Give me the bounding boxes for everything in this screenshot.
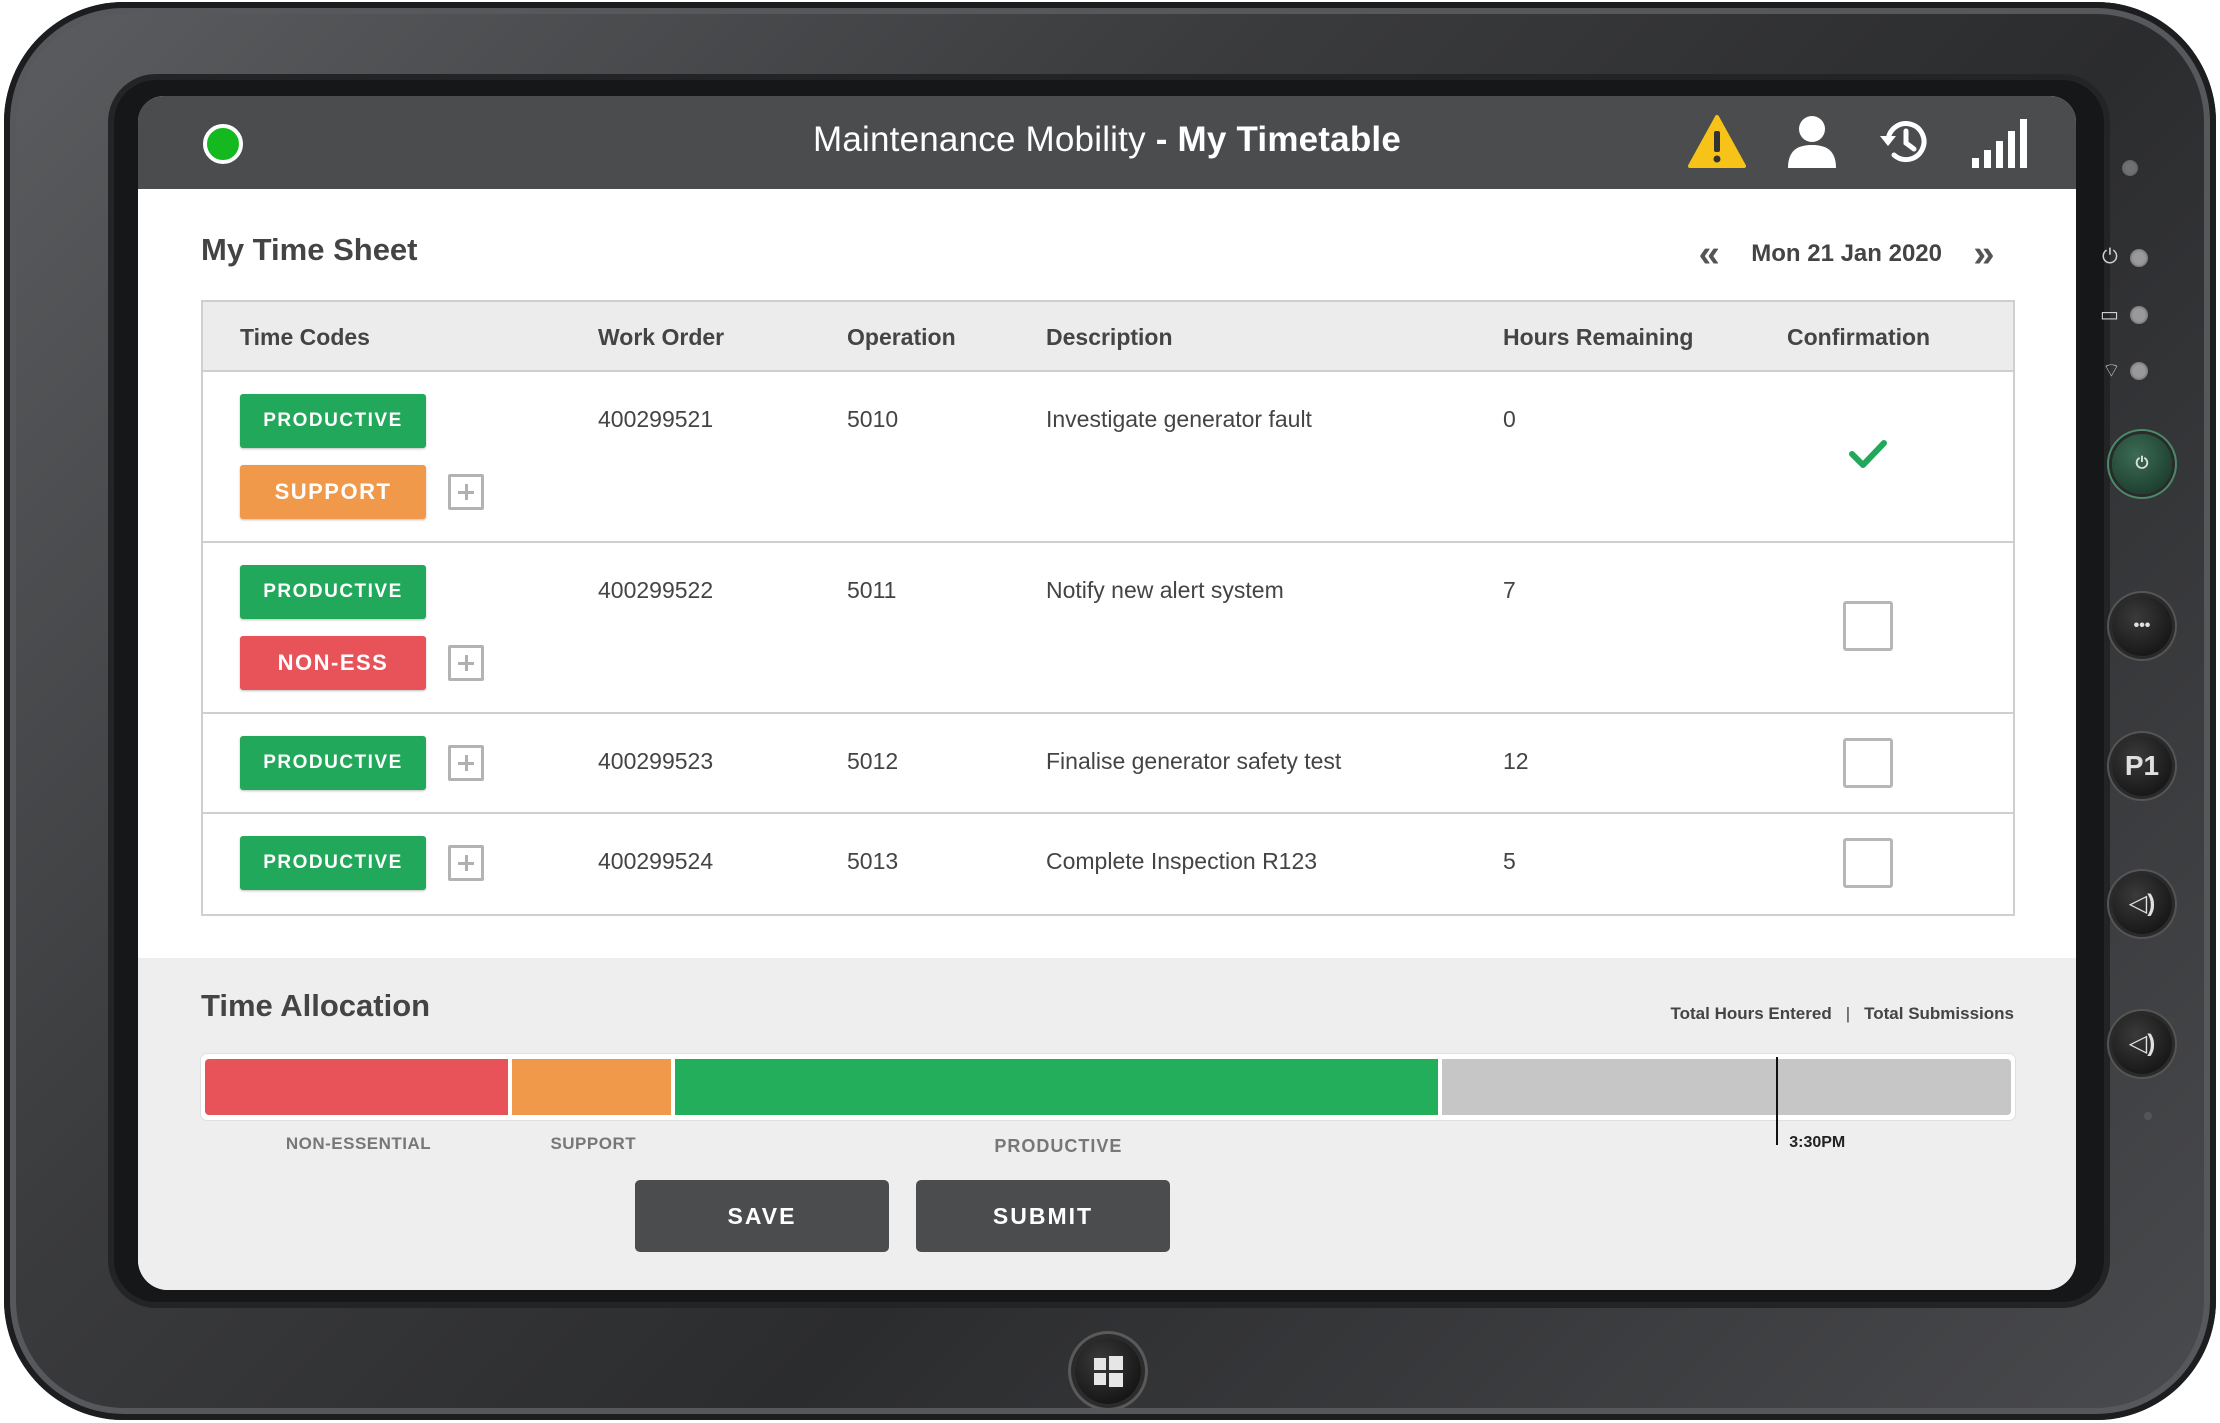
save-button[interactable]: SAVE	[635, 1180, 889, 1252]
header-work-order: Work Order	[598, 324, 725, 350]
operation-cell: 5013	[847, 848, 899, 874]
operation-cell: 5010	[847, 406, 899, 432]
hours-remaining-cell: 12	[1503, 748, 1529, 774]
allocation-segment-remaining	[1442, 1059, 2011, 1115]
hardware-volume-down-button[interactable]: ◁)	[2112, 1014, 2172, 1074]
add-time-code-button[interactable]	[448, 745, 484, 781]
header-time-codes: Time Codes	[240, 324, 370, 350]
total-submissions-link[interactable]: Total Submissions	[1864, 1004, 2014, 1023]
table-row: PRODUCTIVE 400299524 5013 Complete Inspe…	[203, 814, 2013, 914]
add-time-code-button[interactable]	[448, 645, 484, 681]
app-screen: Maintenance Mobility - My Timetable My T…	[138, 96, 2076, 1290]
add-time-code-button[interactable]	[448, 474, 484, 510]
work-order-cell: 400299522	[598, 577, 714, 603]
description-cell: Finalise generator safety test	[1046, 748, 1342, 774]
current-time-marker	[1776, 1057, 1779, 1145]
battery-status-icon: ▭	[2100, 304, 2119, 326]
signal-icon[interactable]	[1970, 114, 2030, 170]
app-name: Maintenance Mobility	[813, 120, 1146, 159]
time-code-support[interactable]: SUPPORT	[240, 465, 426, 519]
next-day-button[interactable]: »	[1964, 234, 2004, 274]
previous-day-button[interactable]: «	[1689, 234, 1729, 274]
header-confirmation: Confirmation	[1787, 324, 1931, 350]
hardware-power-button[interactable]: ⏻	[2112, 434, 2172, 494]
power-led	[2130, 249, 2148, 267]
segment-label-support: SUPPORT	[550, 1134, 637, 1153]
windows-home-button[interactable]	[1075, 1338, 1141, 1404]
hardware-p1-button[interactable]: P1	[2112, 736, 2172, 796]
time-code-productive[interactable]: PRODUCTIVE	[240, 836, 426, 890]
allocation-title: Time Allocation	[201, 988, 431, 1023]
table-header: Time Codes Work Order Operation Descript…	[203, 302, 2013, 372]
time-code-productive[interactable]: PRODUCTIVE	[240, 565, 426, 619]
hours-remaining-cell: 0	[1503, 406, 1516, 432]
confirmation-checkbox[interactable]	[1843, 838, 1893, 888]
segment-label-productive: PRODUCTIVE	[994, 1136, 1123, 1156]
user-icon[interactable]	[1786, 114, 1838, 170]
allocation-bar	[201, 1054, 2015, 1120]
wifi-led	[2130, 362, 2148, 380]
time-allocation-panel: Time Allocation Total Hours Entered | Tota…	[138, 958, 2076, 1290]
current-time-label: 3:30PM	[1789, 1134, 1846, 1151]
confirmed-checkmark-icon[interactable]	[1848, 438, 1888, 470]
allocation-segment-non-essential	[205, 1059, 509, 1115]
work-order-cell: 400299521	[598, 406, 714, 432]
description-cell: Investigate generator fault	[1046, 406, 1312, 432]
total-hours-entered-link[interactable]: Total Hours Entered	[1671, 1004, 1832, 1023]
header-description: Description	[1046, 324, 1173, 350]
date-navigator: « Mon 21 Jan 2020 »	[1689, 234, 2004, 274]
confirmation-checkbox[interactable]	[1843, 601, 1893, 651]
warning-icon[interactable]	[1688, 114, 1746, 170]
operation-cell: 5011	[847, 577, 897, 603]
operation-cell: 5012	[847, 748, 899, 774]
current-date: Mon 21 Jan 2020	[1751, 240, 1942, 267]
add-time-code-button[interactable]	[448, 845, 484, 881]
totals-separator: |	[1845, 1004, 1851, 1023]
time-code-productive[interactable]: PRODUCTIVE	[240, 394, 426, 448]
page-title: My Timetable	[1177, 120, 1401, 159]
allocation-totals: Total Hours Entered | Total Submissions	[1671, 1004, 2015, 1024]
header-hours-remaining: Hours Remaining	[1503, 324, 1694, 350]
title-bar: Maintenance Mobility - My Timetable	[138, 96, 2076, 189]
battery-led	[2130, 306, 2148, 324]
title-separator: -	[1145, 120, 1178, 159]
segment-label-non-essential: NON-ESSENTIAL	[285, 1134, 432, 1153]
power-status-icon: ⏻	[2102, 246, 2118, 268]
description-cell: Notify new alert system	[1046, 577, 1284, 603]
timesheet-title: My Time Sheet	[201, 232, 418, 267]
time-code-non-essential[interactable]: NON-ESS	[240, 636, 426, 690]
wifi-status-icon: ⌔	[2102, 360, 2121, 382]
hardware-camera-button[interactable]: •••	[2112, 596, 2172, 656]
history-icon[interactable]	[1878, 114, 1932, 170]
hours-remaining-cell: 5	[1503, 848, 1516, 874]
table-row: PRODUCTIVE NON-ESS 400299522 5011 Notify…	[203, 543, 2013, 714]
header-operation: Operation	[847, 324, 956, 350]
allocation-segment-support	[512, 1059, 671, 1115]
time-code-productive[interactable]: PRODUCTIVE	[240, 736, 426, 790]
timesheet-table: Time Codes Work Order Operation Descript…	[201, 300, 2015, 916]
description-cell: Complete Inspection R123	[1046, 848, 1318, 874]
microphone-icon	[2144, 1112, 2152, 1120]
confirmation-checkbox[interactable]	[1843, 738, 1893, 788]
table-row: PRODUCTIVE SUPPORT 400299521 5010 Invest…	[203, 372, 2013, 543]
work-order-cell: 400299524	[598, 848, 714, 874]
work-order-cell: 400299523	[598, 748, 714, 774]
table-row: PRODUCTIVE 400299523 5012 Finalise gener…	[203, 714, 2013, 814]
submit-button[interactable]: SUBMIT	[916, 1180, 1170, 1252]
hardware-volume-up-button[interactable]: ◁)	[2112, 874, 2172, 934]
hours-remaining-cell: 7	[1503, 577, 1516, 603]
camera-icon	[2122, 160, 2138, 176]
allocation-segment-productive	[674, 1059, 1439, 1115]
windows-logo-icon	[1094, 1356, 1123, 1387]
